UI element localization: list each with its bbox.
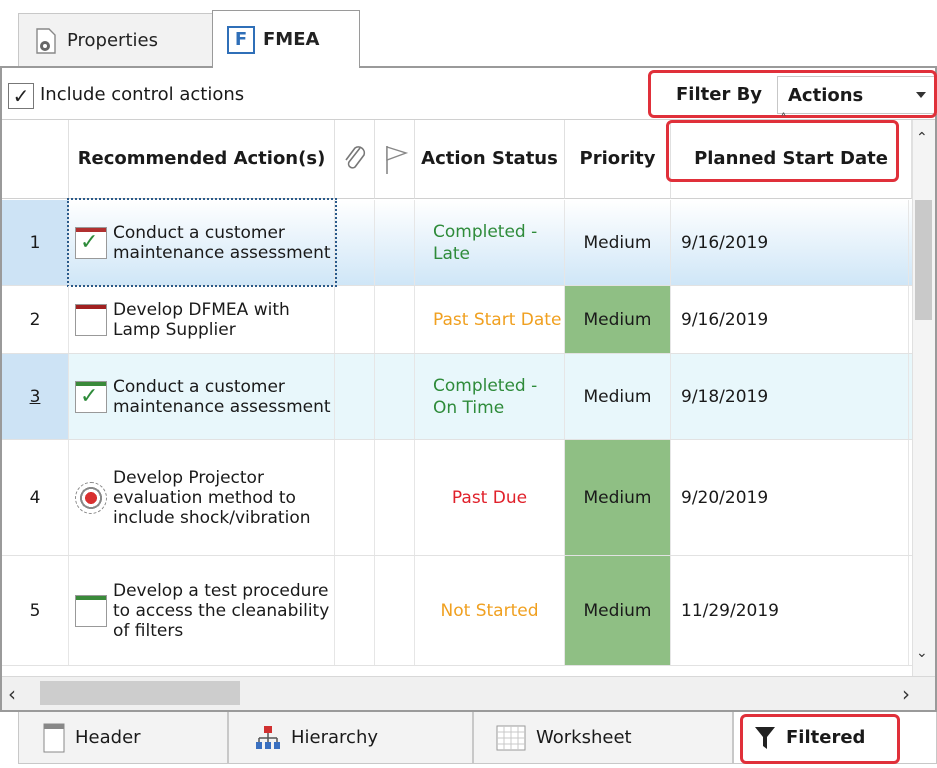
action-text: Develop Projector evaluation method to i… (113, 467, 311, 528)
planned-start-date-cell[interactable]: 9/20/2019 (671, 440, 909, 555)
flag-cell[interactable] (375, 354, 415, 439)
table-row[interactable]: 2 Develop DFMEA with Lamp Supplier Past St… (2, 286, 912, 354)
action-status-cell[interactable]: Completed - On Time (415, 354, 565, 439)
priority-cell[interactable]: Medium (565, 354, 671, 439)
include-control-actions-label: Include control actions (40, 84, 245, 105)
paperclip-icon (344, 146, 365, 169)
filter-highlight (648, 70, 937, 118)
header-priority[interactable]: Priority (565, 120, 671, 199)
priority-cell[interactable]: Medium (565, 556, 671, 665)
recommended-action-cell[interactable]: Develop DFMEA with Lamp Supplier (69, 286, 335, 353)
table-row[interactable]: 4 Develop Projector evaluation method to … (2, 440, 912, 556)
flag-cell[interactable] (375, 286, 415, 353)
planned-start-date-cell[interactable]: 9/18/2019 (671, 354, 909, 439)
include-control-actions-checkbox[interactable]: ✓ (8, 83, 34, 109)
planned-start-date-cell[interactable]: 11/29/2019 (671, 556, 909, 665)
worksheet-icon (496, 725, 526, 750)
flag-icon (385, 146, 408, 174)
priority-cell[interactable]: Medium (565, 440, 671, 555)
horizontal-scroll-thumb[interactable] (40, 681, 240, 705)
flag-cell[interactable] (375, 440, 415, 555)
flag-cell[interactable] (375, 200, 415, 285)
header-recommended-actions[interactable]: Recommended Action(s) (69, 120, 335, 199)
tab-worksheet-label: Worksheet (536, 727, 632, 748)
task-status-bar (76, 304, 106, 309)
table-row[interactable]: 5 Develop a test procedure to access the … (2, 556, 912, 666)
attachment-cell[interactable] (335, 440, 375, 555)
row-number[interactable]: 2 (2, 286, 69, 353)
tab-fmea-label: FMEA (263, 29, 320, 50)
tab-header-label: Header (75, 727, 141, 748)
task-icon (75, 303, 107, 336)
filtered-tab-highlight (740, 714, 900, 764)
header-rownum (2, 120, 69, 199)
planned-start-date-cell[interactable]: 9/16/2019 (671, 286, 909, 353)
table-row[interactable]: 3 ✓ Conduct a customer maintenance assessm… (2, 354, 912, 440)
action-status-cell[interactable]: Completed - Late (415, 200, 565, 285)
tab-hierarchy-label: Hierarchy (291, 727, 379, 748)
scroll-down-icon[interactable]: ⌄ (916, 645, 928, 661)
tab-header[interactable]: Header (18, 712, 228, 764)
flag-cell[interactable] (375, 556, 415, 665)
actions-grid: Recommended Action(s) Action Status Prio… (2, 120, 912, 676)
task-status-bar (76, 595, 106, 600)
table-row[interactable]: 1 ✓ Conduct a customer maintenance assessm… (2, 198, 912, 287)
header-attachment[interactable] (335, 120, 375, 199)
action-text: Develop a test procedure to access the c… (113, 580, 330, 641)
planned-start-date-cell[interactable]: 9/16/2019 (671, 200, 909, 285)
properties-icon (36, 27, 56, 54)
header-action-status[interactable]: Action Status (415, 120, 565, 199)
row-number[interactable]: 3 (2, 354, 69, 439)
attachment-cell[interactable] (335, 556, 375, 665)
past-due-target-icon (75, 481, 107, 514)
row-number[interactable]: 4 (2, 440, 69, 555)
completed-task-icon: ✓ (75, 380, 107, 413)
row-number[interactable]: 1 (2, 200, 69, 285)
recommended-action-cell[interactable]: Develop Projector evaluation method to i… (69, 440, 335, 555)
priority-cell[interactable]: Medium (565, 200, 671, 285)
action-status-cell[interactable]: Not Started (415, 556, 565, 665)
attachment-cell[interactable] (335, 354, 375, 439)
scroll-up-icon[interactable]: ⌃ (916, 130, 928, 146)
planned-start-date-highlight (666, 120, 899, 182)
action-text: Develop DFMEA with Lamp Supplier (113, 299, 290, 340)
vertical-scroll-thumb[interactable] (915, 200, 932, 320)
check-mark: ✓ (80, 229, 99, 255)
completed-task-icon: ✓ (75, 226, 107, 259)
recommended-action-cell[interactable]: ✓ Conduct a customer maintenance assessme… (69, 354, 335, 439)
scroll-right-icon[interactable]: › (902, 682, 910, 706)
priority-cell[interactable]: Medium (565, 286, 671, 353)
tab-properties-label: Properties (67, 30, 158, 51)
fmea-icon: F (227, 25, 255, 54)
action-text: Conduct a customer maintenance assessmen… (113, 376, 331, 417)
tab-fmea[interactable]: F FMEA (212, 10, 360, 68)
attachment-cell[interactable] (335, 200, 375, 285)
tab-hierarchy[interactable]: Hierarchy (228, 712, 473, 764)
header-flag[interactable] (375, 120, 415, 199)
hierarchy-icon (256, 725, 280, 749)
recommended-action-cell[interactable]: ✓ Conduct a customer maintenance assessme… (67, 198, 337, 287)
task-icon (75, 594, 107, 627)
header-icon (43, 723, 65, 752)
check-mark: ✓ (80, 383, 99, 409)
tab-worksheet[interactable]: Worksheet (473, 712, 733, 764)
row-number[interactable]: 5 (2, 556, 69, 665)
scroll-left-icon[interactable]: ‹ (8, 682, 16, 706)
attachment-cell[interactable] (335, 286, 375, 353)
action-status-cell[interactable]: Past Due (415, 440, 565, 555)
recommended-action-cell[interactable]: Develop a test procedure to access the c… (69, 556, 335, 665)
action-status-cell[interactable]: Past Start Date (415, 286, 565, 353)
action-text: Conduct a customer maintenance assessmen… (113, 222, 331, 263)
tab-properties[interactable]: Properties (18, 13, 213, 67)
